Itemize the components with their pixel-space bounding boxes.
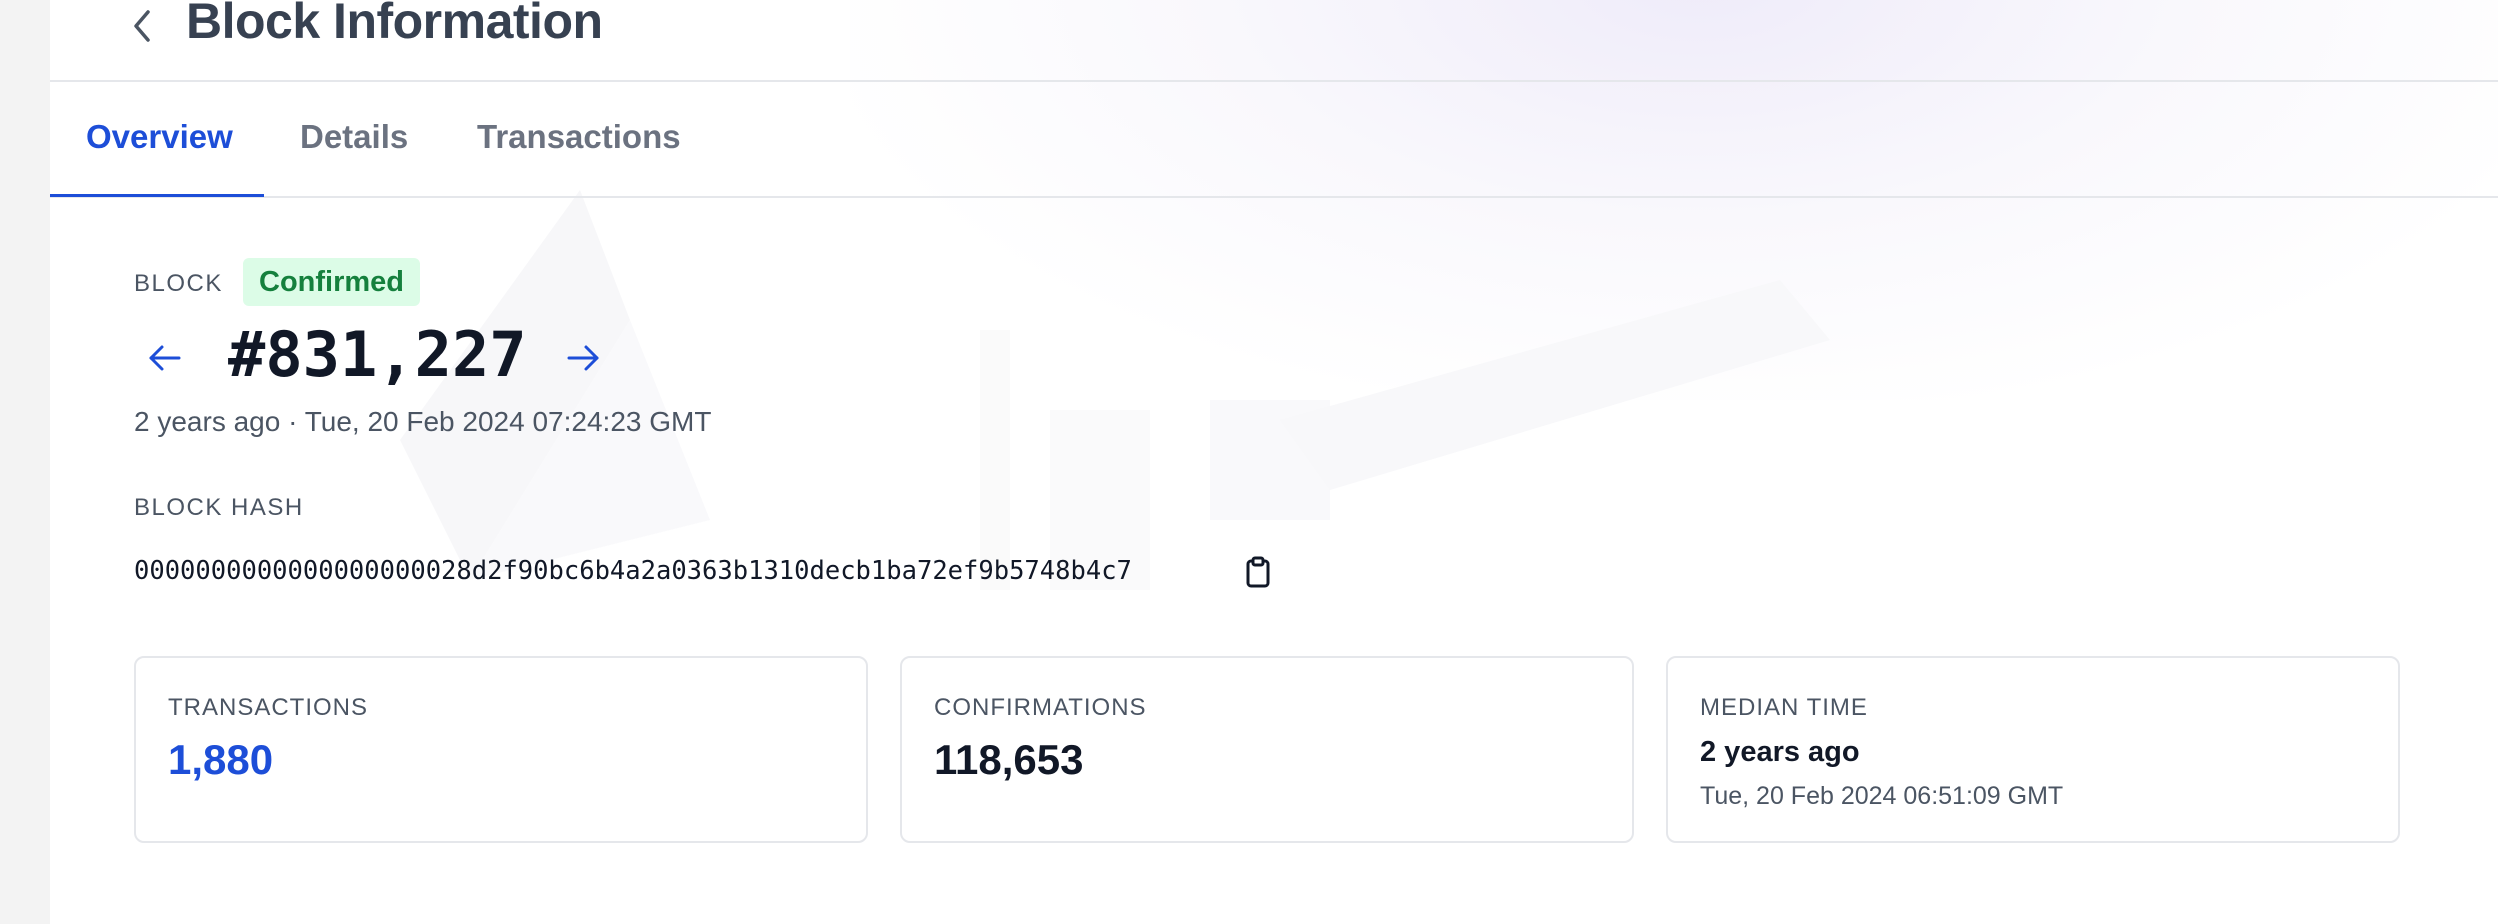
active-tab-indicator bbox=[50, 194, 264, 197]
arrow-right-icon bbox=[567, 345, 599, 371]
back-button[interactable] bbox=[112, 0, 172, 52]
tab-bar: Overview Details Transactions bbox=[50, 82, 2498, 198]
transactions-count-link[interactable]: 1,880 bbox=[168, 736, 273, 784]
previous-block-button[interactable] bbox=[140, 333, 190, 383]
confirmations-stat-card: CONFIRMATIONS 118,653 bbox=[900, 656, 1634, 843]
arrow-left-icon bbox=[149, 345, 181, 371]
tab-details[interactable]: Details bbox=[300, 118, 408, 156]
median-time-stat-card: MEDIAN TIME 2 years ago Tue, 20 Feb 2024… bbox=[1666, 656, 2400, 843]
chevron-left-icon bbox=[134, 10, 150, 42]
tab-overview[interactable]: Overview bbox=[86, 118, 233, 156]
block-hash-value: 0000000000000000000028d2f90bc6b4a2a0363b… bbox=[134, 556, 1132, 586]
clipboard-icon bbox=[1246, 556, 1270, 588]
median-time-relative: 2 years ago bbox=[1700, 736, 1860, 768]
median-time-label: MEDIAN TIME bbox=[1700, 694, 1868, 721]
median-time-absolute: Tue, 20 Feb 2024 06:51:09 GMT bbox=[1700, 782, 2064, 810]
block-timestamp: 2 years ago · Tue, 20 Feb 2024 07:24:23 … bbox=[134, 406, 712, 437]
page-header: Block Information bbox=[50, 0, 2498, 82]
block-number: #831,227 bbox=[228, 318, 527, 391]
page-title: Block Information bbox=[186, 0, 603, 49]
block-label: BLOCK bbox=[134, 270, 223, 297]
block-hash-label: BLOCK HASH bbox=[134, 494, 304, 521]
tab-transactions[interactable]: Transactions bbox=[477, 118, 681, 156]
confirmations-label: CONFIRMATIONS bbox=[934, 694, 1147, 721]
transactions-stat-card: TRANSACTIONS 1,880 bbox=[134, 656, 868, 843]
transactions-label: TRANSACTIONS bbox=[168, 694, 369, 721]
confirmations-count: 118,653 bbox=[934, 736, 1084, 783]
status-badge: Confirmed bbox=[243, 258, 420, 306]
copy-hash-button[interactable] bbox=[1238, 552, 1278, 592]
next-block-button[interactable] bbox=[558, 333, 608, 383]
block-info-card: Block Information Overview Details Trans… bbox=[50, 0, 2498, 924]
